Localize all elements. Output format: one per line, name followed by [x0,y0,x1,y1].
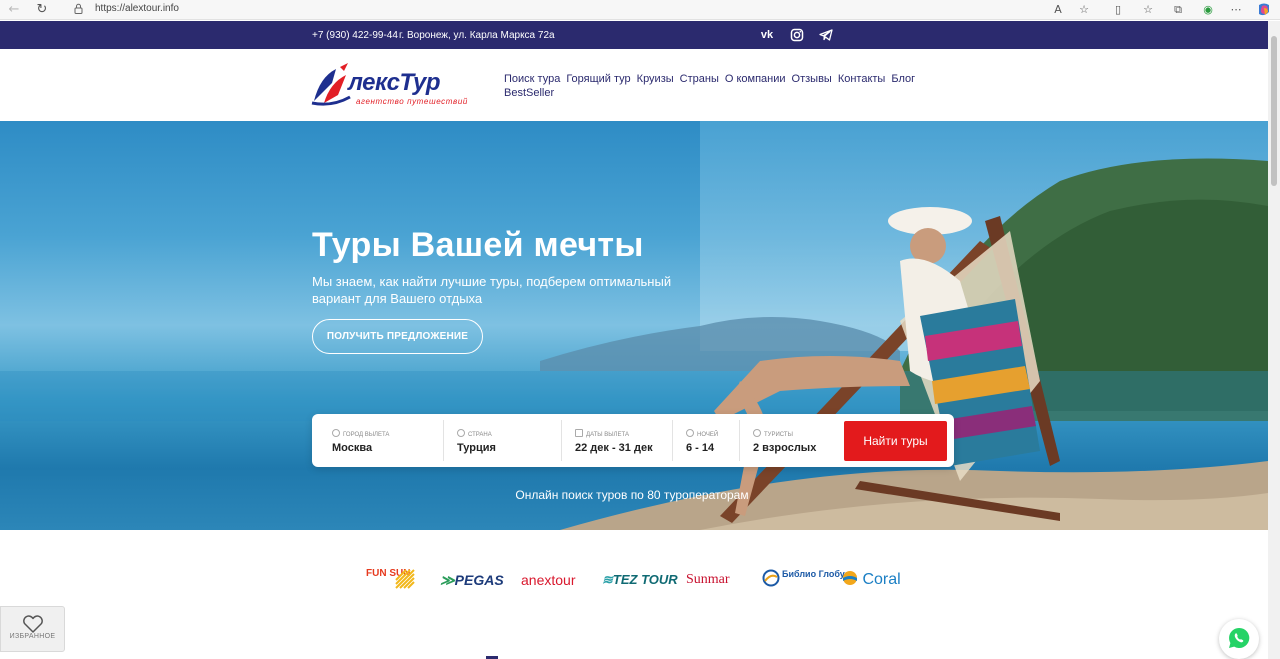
operators-caption: Онлайн поиск туров по 80 туроператорам [515,488,749,502]
heart-icon [22,615,43,633]
whatsapp-icon [1229,627,1250,648]
location-pin-icon [457,429,465,437]
partner-logo-teztour[interactable]: ≋TEZ TOUR [602,568,678,592]
dates-label: Даты вылета [575,429,629,438]
scrollbar-thumb[interactable] [1271,36,1277,186]
plane-icon [332,429,340,437]
partner-logo-anex[interactable]: anextour [521,568,575,592]
tez-wave-icon: ≋ [602,572,613,587]
country-field[interactable]: Страна Турция [457,421,557,461]
nav-item-contacts[interactable]: Контакты [838,73,886,85]
nav-item-countries[interactable]: Страны [680,73,719,85]
back-icon[interactable]: ← [6,2,22,18]
field-divider [561,420,562,461]
address-text: г. Воронеж, ул. Карла Маркса 72а [399,30,555,41]
country-value: Турция [457,442,496,454]
departure-city-label: Город вылета [332,429,389,438]
favorites-label: ИЗБРАННОЕ [9,633,56,640]
partner-logos: FUN SUN ≫PEGAS anextour ≋TEZ TOUR Sunmar… [0,530,1268,659]
split-screen-icon[interactable]: ▯ [1110,2,1126,18]
site-header: лексТур агентство путешествий Поиск тура… [0,49,1268,121]
instagram-icon[interactable] [789,27,805,43]
site-logo[interactable]: лексТур агентство путешествий [310,61,480,107]
dates-value: 22 дек - 31 дек [575,442,653,454]
vk-icon[interactable]: vk [759,27,775,43]
browser-toolbar: ← ↻ https://alextour.info A ☆ ▯ ☆ ⧉ ◉ ⋯ [0,0,1280,20]
hero-subtitle: Мы знаем, как найти лучшие туры, подбере… [312,274,672,306]
nav-item-hot-tour[interactable]: Горящий тур [566,73,630,85]
top-contact-bar: +7 (930) 422-99-44 г. Воронеж, ул. Карла… [0,21,1268,49]
nav-item-bestseller[interactable]: BestSeller [504,87,554,99]
partner-logo-pegas[interactable]: ≫PEGAS [440,568,504,592]
nav-item-blog[interactable]: Блог [891,73,915,85]
nav-item-about[interactable]: О компании [725,73,786,85]
departure-city-field[interactable]: Город вылета Москва [332,421,442,461]
nights-field[interactable]: Ночей 6 - 14 [686,421,736,461]
partner-logo-biblio-globus[interactable]: Библио Глобус [762,568,850,592]
logo-mark-icon [311,63,351,106]
nav-item-tour-search[interactable]: Поиск тура [504,73,560,85]
reload-icon[interactable]: ↻ [34,2,50,18]
partner-logo-funsun[interactable]: FUN SUN [366,568,418,592]
nav-item-cruises[interactable]: Круизы [637,73,674,85]
logo-tagline: агентство путешествий [356,97,468,106]
dates-field[interactable]: Даты вылета 22 дек - 31 дек [575,421,670,461]
telegram-icon[interactable] [818,27,834,43]
moon-icon [686,429,694,437]
favorites-icon[interactable]: ☆ [1140,2,1156,18]
departure-city-value: Москва [332,442,373,454]
calendar-icon [575,429,583,437]
hero-banner: Туры Вашей мечты Мы знаем, как найти луч… [0,121,1268,530]
get-offer-button[interactable]: ПОЛУЧИТЬ ПРЕДЛОЖЕНИЕ [312,319,483,354]
coral-ball-icon [843,571,857,585]
favorites-widget[interactable]: ИЗБРАННОЕ [0,606,65,652]
page-scrollbar[interactable] [1268,21,1280,659]
favorite-star-icon[interactable]: ☆ [1076,2,1092,18]
tourists-label: Туристы [753,429,793,438]
person-icon [753,429,761,437]
nights-value: 6 - 14 [686,442,715,454]
country-label: Страна [457,429,492,438]
partner-logo-coral[interactable]: Coral [842,568,901,592]
nav-item-reviews[interactable]: Отзывы [792,73,832,85]
hero-background-image [0,158,1268,530]
find-tours-button[interactable]: Найти туры [844,421,947,461]
nights-label: Ночей [686,429,718,438]
field-divider [672,420,673,461]
copilot-icon[interactable] [1256,2,1272,18]
address-bar[interactable]: https://alextour.info [95,3,179,14]
more-icon[interactable]: ⋯ [1228,2,1244,18]
lock-icon [74,3,83,14]
whatsapp-button[interactable] [1219,619,1259,659]
logo-wordmark: лексТур [348,69,441,96]
tourists-field[interactable]: Туристы 2 взрослых [753,421,838,461]
phone-link[interactable]: +7 (930) 422-99-44 [312,30,398,41]
field-divider [739,420,740,461]
partner-logo-sunmar[interactable]: Sunmar [686,568,730,592]
pegas-wing-icon: ≫ [440,572,455,588]
tourists-value: 2 взрослых [753,442,817,454]
read-aloud-icon[interactable]: A [1050,2,1066,18]
hero-title: Туры Вашей мечты [312,226,644,264]
sun-stripes-icon [395,569,415,589]
field-divider [443,420,444,461]
tour-search-form: Город вылета Москва Страна Турция Даты в… [312,414,954,467]
extensions-icon[interactable]: ◉ [1200,2,1216,18]
main-menu: Поиск тура Горящий тур Круизы Страны О компа… [504,72,924,100]
globe-icon [762,569,780,587]
collections-icon[interactable]: ⧉ [1170,2,1186,18]
